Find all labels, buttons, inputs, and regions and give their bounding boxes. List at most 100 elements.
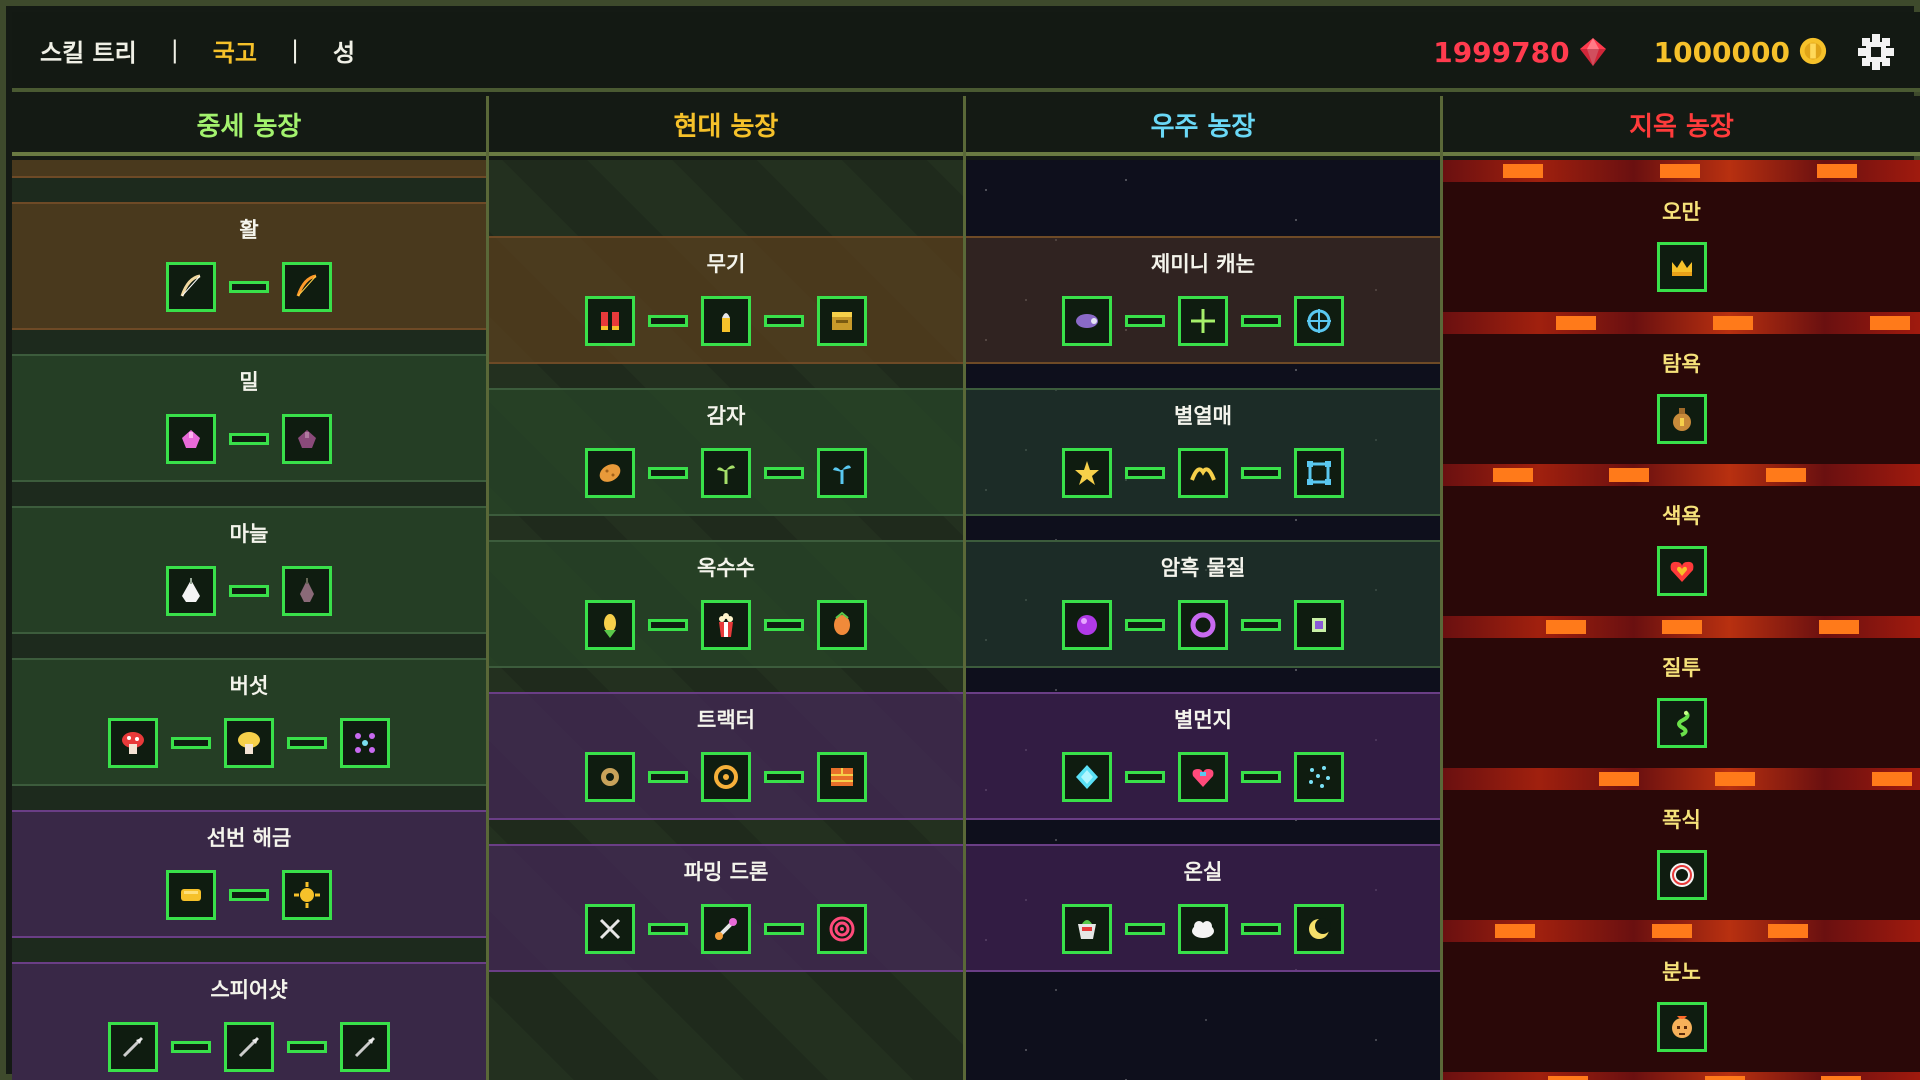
skill-node[interactable] [585,752,635,802]
skill-row-title: 제미니 캐논 [1151,252,1255,276]
skill-node[interactable] [1062,752,1112,802]
skill-node[interactable] [1656,850,1707,900]
potato-icon [595,458,625,488]
skill-node[interactable] [817,296,867,346]
skill-connector [648,619,688,631]
skill-row: 선번 해금 [12,810,486,938]
skill-node[interactable] [166,414,216,464]
skill-row-title: 무기 [706,252,746,276]
skill-node[interactable] [701,448,751,498]
skill-node[interactable] [282,262,332,312]
skill-connector [1125,619,1165,631]
skill-node[interactable] [224,1022,274,1072]
skill-node[interactable] [701,296,751,346]
tab-castle[interactable]: 성 [333,33,355,68]
skill-node[interactable] [1062,600,1112,650]
skill-node[interactable] [166,566,216,616]
skill-node[interactable] [1178,752,1228,802]
skill-node[interactable] [585,600,635,650]
skill-node[interactable] [701,600,751,650]
skill-node[interactable] [166,870,216,920]
skill-chain [1443,698,1920,748]
ember-glow [1609,468,1649,482]
skill-node[interactable] [1178,296,1228,346]
skill-connector [229,889,269,901]
star-pair-icon [1188,458,1218,488]
skill-connector [229,433,269,445]
skill-node[interactable] [585,904,635,954]
heart-icon [1667,556,1697,586]
skill-connector [1125,467,1165,479]
skill-chain [489,448,963,498]
skill-node[interactable] [817,600,867,650]
skill-row-title: 트랙터 [697,708,755,732]
skill-chain [1443,546,1920,596]
skill-connector [764,619,804,631]
ember-glow [1556,316,1596,330]
skill-node[interactable] [1656,546,1707,596]
skill-node[interactable] [108,718,158,768]
skill-node[interactable] [1656,394,1707,444]
sin-skill-row: 폭식 [1443,790,1920,920]
skill-node[interactable] [585,448,635,498]
skill-node[interactable] [282,414,332,464]
skill-node[interactable] [1178,904,1228,954]
ring-donut-icon [1667,860,1697,890]
skill-node[interactable] [1294,600,1344,650]
currency-panel: 1999780 1000000 [1433,12,1830,92]
skill-node[interactable] [1656,698,1707,748]
top-bar: 스킬 트리 | 국고 | 성 1999780 1000000 [12,12,1920,92]
bow-icon [176,272,206,302]
skill-node[interactable] [585,296,635,346]
skill-node[interactable] [817,448,867,498]
skill-node[interactable] [1294,904,1344,954]
ember-glow [1546,620,1586,634]
ember-glow [1768,924,1808,938]
skill-row-title: 선번 해금 [206,826,292,850]
column-title: 중세 농장 [12,96,486,156]
skill-node[interactable] [817,904,867,954]
skill-row: 버섯 [12,658,486,786]
skill-node[interactable] [340,1022,390,1072]
skill-node[interactable] [1062,296,1112,346]
dark-wheat-icon [292,424,322,454]
column-title: 지옥 농장 [1443,96,1920,156]
tab-treasury[interactable]: 국고 [213,33,257,68]
column-title: 현대 농장 [489,96,963,156]
corn-icon [595,610,625,640]
ember-glow [1870,316,1910,330]
skill-node[interactable] [1294,448,1344,498]
skill-chain [12,414,486,464]
skill-chain [966,600,1440,650]
spear-icon [118,1032,148,1062]
stardust-icon [1304,762,1334,792]
skill-node[interactable] [166,262,216,312]
skill-node[interactable] [1178,600,1228,650]
skill-row-title: 옥수수 [697,556,755,580]
skill-connector [648,467,688,479]
skill-node[interactable] [1062,904,1112,954]
skill-node[interactable] [817,752,867,802]
lava-band [1443,160,1920,182]
skill-node[interactable] [1656,1002,1707,1052]
skill-node[interactable] [224,718,274,768]
skill-node[interactable] [282,870,332,920]
skill-node[interactable] [1178,448,1228,498]
skill-chain [12,1022,486,1072]
skill-node[interactable] [701,904,751,954]
skill-node[interactable] [1062,448,1112,498]
skill-node[interactable] [1294,296,1344,346]
skill-node[interactable] [1294,752,1344,802]
skill-node[interactable] [108,1022,158,1072]
skill-node[interactable] [340,718,390,768]
tab-skill-tree[interactable]: 스킬 트리 [40,33,137,68]
skill-connector [648,923,688,935]
skill-row: 마늘 [12,506,486,634]
skill-node[interactable] [282,566,332,616]
skill-node[interactable] [701,752,751,802]
skill-node[interactable] [1656,242,1707,292]
settings-gear-icon[interactable] [1856,32,1896,72]
column-title: 우주 농장 [966,96,1440,156]
wheel-icon [711,762,741,792]
nav-separator: | [170,36,179,64]
